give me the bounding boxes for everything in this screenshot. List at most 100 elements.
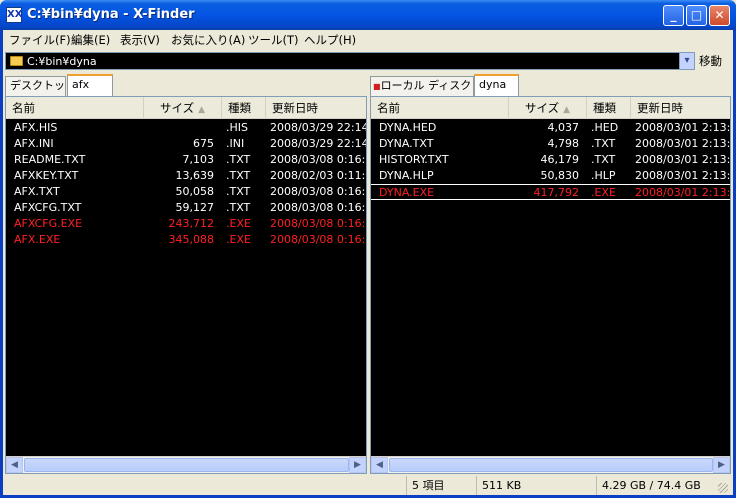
menu-favorites[interactable]: お気に入り(A) [171, 32, 245, 48]
x-finder-app-icon[interactable]: XX [6, 7, 22, 23]
file-modified: 2008/03/29 22:14:1 [270, 121, 366, 134]
menu-tools[interactable]: ツール(T) [248, 32, 299, 48]
file-size: 50,058 [175, 185, 215, 198]
file-row[interactable]: DYNA.HED 4,037 .HED 2008/03/01 2:13:00 [371, 120, 730, 136]
column-header-size-label: サイズ [159, 101, 195, 115]
file-size: 243,712 [168, 217, 215, 230]
file-name: AFX.TXT [14, 185, 60, 198]
minimize-button[interactable]: _ [663, 5, 684, 26]
file-type: .TXT [591, 137, 616, 150]
menu-help[interactable]: ヘルプ(H) [304, 32, 356, 48]
file-size: 4,798 [547, 137, 580, 150]
file-size: 345,088 [168, 233, 215, 246]
title-bar[interactable]: XX C:¥bin¥dyna - X-Finder _ □ ✕ [0, 0, 736, 30]
file-size: 13,639 [175, 169, 215, 182]
file-name: AFX.EXE [14, 233, 61, 246]
column-header-type[interactable]: 種類 [587, 97, 631, 119]
file-name: README.TXT [14, 153, 86, 166]
file-size: 675 [193, 137, 214, 150]
address-dropdown-icon[interactable]: ▾ [679, 52, 695, 70]
close-button[interactable]: ✕ [709, 5, 730, 26]
file-row[interactable]: AFXKEY.TXT 13,639 .TXT 2008/02/03 0:11:00 [6, 168, 366, 184]
scroll-right-icon[interactable]: ▶ [349, 457, 366, 473]
file-row[interactable]: AFX.INI 675 .INI 2008/03/29 22:14:1 [6, 136, 366, 152]
file-name: DYNA.HED [379, 121, 437, 134]
file-type: .TXT [226, 153, 251, 166]
file-type: .TXT [591, 153, 616, 166]
file-type: .HIS [226, 121, 248, 134]
menu-edit[interactable]: 編集(E) [71, 32, 110, 48]
column-header-name[interactable]: 名前 [6, 97, 144, 119]
menu-view[interactable]: 表示(V) [120, 32, 160, 48]
scroll-left-icon[interactable]: ◀ [371, 457, 388, 473]
tab-afx[interactable]: afx [67, 74, 113, 96]
menu-bar: ファイル(F) 編集(E) 表示(V) お気に入り(A) ツール(T) ヘルプ(… [0, 30, 730, 48]
column-header-type[interactable]: 種類 [222, 97, 266, 119]
scroll-right-icon[interactable]: ▶ [713, 457, 730, 473]
file-row[interactable]: README.TXT 7,103 .TXT 2008/03/08 0:16:00 [6, 152, 366, 168]
file-rows: DYNA.HED4,037.HED2008/03/01 2:13:00DYNA.… [371, 120, 730, 200]
file-row[interactable]: DYNA.EXE 417,792 .EXE 2008/03/01 2:13:00 [371, 184, 730, 200]
file-modified: 2008/03/08 0:16:00 [270, 217, 366, 230]
file-modified: 2008/02/03 0:11:00 [270, 169, 366, 182]
file-type: .EXE [226, 233, 251, 246]
file-row[interactable]: AFX.HIS .HIS 2008/03/29 22:14:1 [6, 120, 366, 136]
file-row[interactable]: DYNA.TXT 4,798 .TXT 2008/03/01 2:13:00 [371, 136, 730, 152]
file-type: .TXT [226, 169, 251, 182]
column-header-size[interactable]: サイズ ▲ [509, 97, 587, 119]
file-size: 46,179 [540, 153, 580, 166]
file-name: AFXKEY.TXT [14, 169, 79, 182]
column-header-modified[interactable]: 更新日時 [266, 97, 366, 119]
tab-local-disk[interactable]: ■ローカル ディスク (C [370, 76, 474, 96]
file-size: 417,792 [533, 186, 580, 199]
file-type: .HED [591, 121, 619, 134]
file-modified: 2008/03/08 0:16:00 [270, 233, 366, 246]
file-rows: AFX.HIS .HIS 2008/03/29 22:14:1 AFX.INI 675.… [6, 120, 366, 248]
scrollbar-thumb[interactable] [24, 458, 349, 472]
resize-grip-icon[interactable] [718, 483, 728, 493]
go-button[interactable]: 移動 [699, 53, 722, 69]
file-name: AFXCFG.EXE [14, 217, 83, 230]
file-name: AFXCFG.TXT [14, 201, 82, 214]
file-name: DYNA.EXE [379, 186, 435, 199]
file-modified: 2008/03/01 2:13:00 [635, 121, 731, 134]
file-name: DYNA.TXT [379, 137, 434, 150]
window-title: C:¥bin¥dyna - X-Finder [27, 7, 195, 22]
list-header: 名前 サイズ ▲ 種類 更新日時 [6, 97, 366, 119]
scrollbar-thumb[interactable] [389, 458, 713, 472]
file-name: HISTORY.TXT [379, 153, 449, 166]
address-path[interactable]: C:¥bin¥dyna [27, 55, 97, 68]
address-bar[interactable]: C:¥bin¥dyna [5, 52, 695, 70]
horizontal-scrollbar[interactable]: ◀ ▶ [371, 456, 730, 473]
file-row[interactable]: HISTORY.TXT 46,179 .TXT 2008/03/01 2:13:00 [371, 152, 730, 168]
list-header: 名前 サイズ ▲ 種類 更新日時 [371, 97, 730, 119]
column-header-name[interactable]: 名前 [371, 97, 509, 119]
file-modified: 2008/03/08 0:16:00 [270, 201, 366, 214]
file-name: AFX.INI [14, 137, 54, 150]
right-file-list[interactable]: 名前 サイズ ▲ 種類 更新日時 DYNA.HED 4,037 .HED 2008/03… [370, 96, 731, 474]
file-size: 4,037 [547, 121, 580, 134]
tab-local-disk-label: ローカル ディスク (C [380, 79, 473, 92]
scroll-left-icon[interactable]: ◀ [6, 457, 23, 473]
column-header-size[interactable]: サイズ ▲ [144, 97, 222, 119]
status-item-count: 5 項目 [406, 476, 476, 495]
file-row[interactable]: AFXCFG.EXE 243,712 .EXE 2008/03/08 0:16:00 [6, 216, 366, 232]
horizontal-scrollbar[interactable]: ◀ ▶ [6, 456, 366, 473]
tab-desktop[interactable]: デスクトップ [5, 76, 66, 96]
column-header-modified[interactable]: 更新日時 [631, 97, 730, 119]
file-name: DYNA.HLP [379, 169, 434, 182]
file-type: .INI [226, 137, 245, 150]
status-total-size: 511 KB [476, 476, 596, 495]
tab-dyna[interactable]: dyna [474, 74, 519, 96]
file-modified: 2008/03/01 2:13:00 [635, 153, 731, 166]
maximize-button[interactable]: □ [686, 5, 707, 26]
file-row[interactable]: DYNA.HLP 50,830 .HLP 2008/03/01 2:13:00 [371, 168, 730, 184]
file-type: .TXT [226, 201, 251, 214]
file-row[interactable]: AFX.TXT 50,058 .TXT 2008/03/08 0:16:00 [6, 184, 366, 200]
left-file-list[interactable]: 名前 サイズ ▲ 種類 更新日時 AFX.HIS .HIS 2008/03/29 22… [5, 96, 367, 474]
file-row[interactable]: AFXCFG.TXT 59,127 .TXT 2008/03/08 0:16:00 [6, 200, 366, 216]
menu-file[interactable]: ファイル(F) [9, 32, 71, 48]
file-row[interactable]: AFX.EXE 345,088 .EXE 2008/03/08 0:16:00 [6, 232, 366, 248]
file-modified: 2008/03/01 2:13:00 [635, 137, 731, 150]
drive-icon: ■ [373, 82, 381, 91]
